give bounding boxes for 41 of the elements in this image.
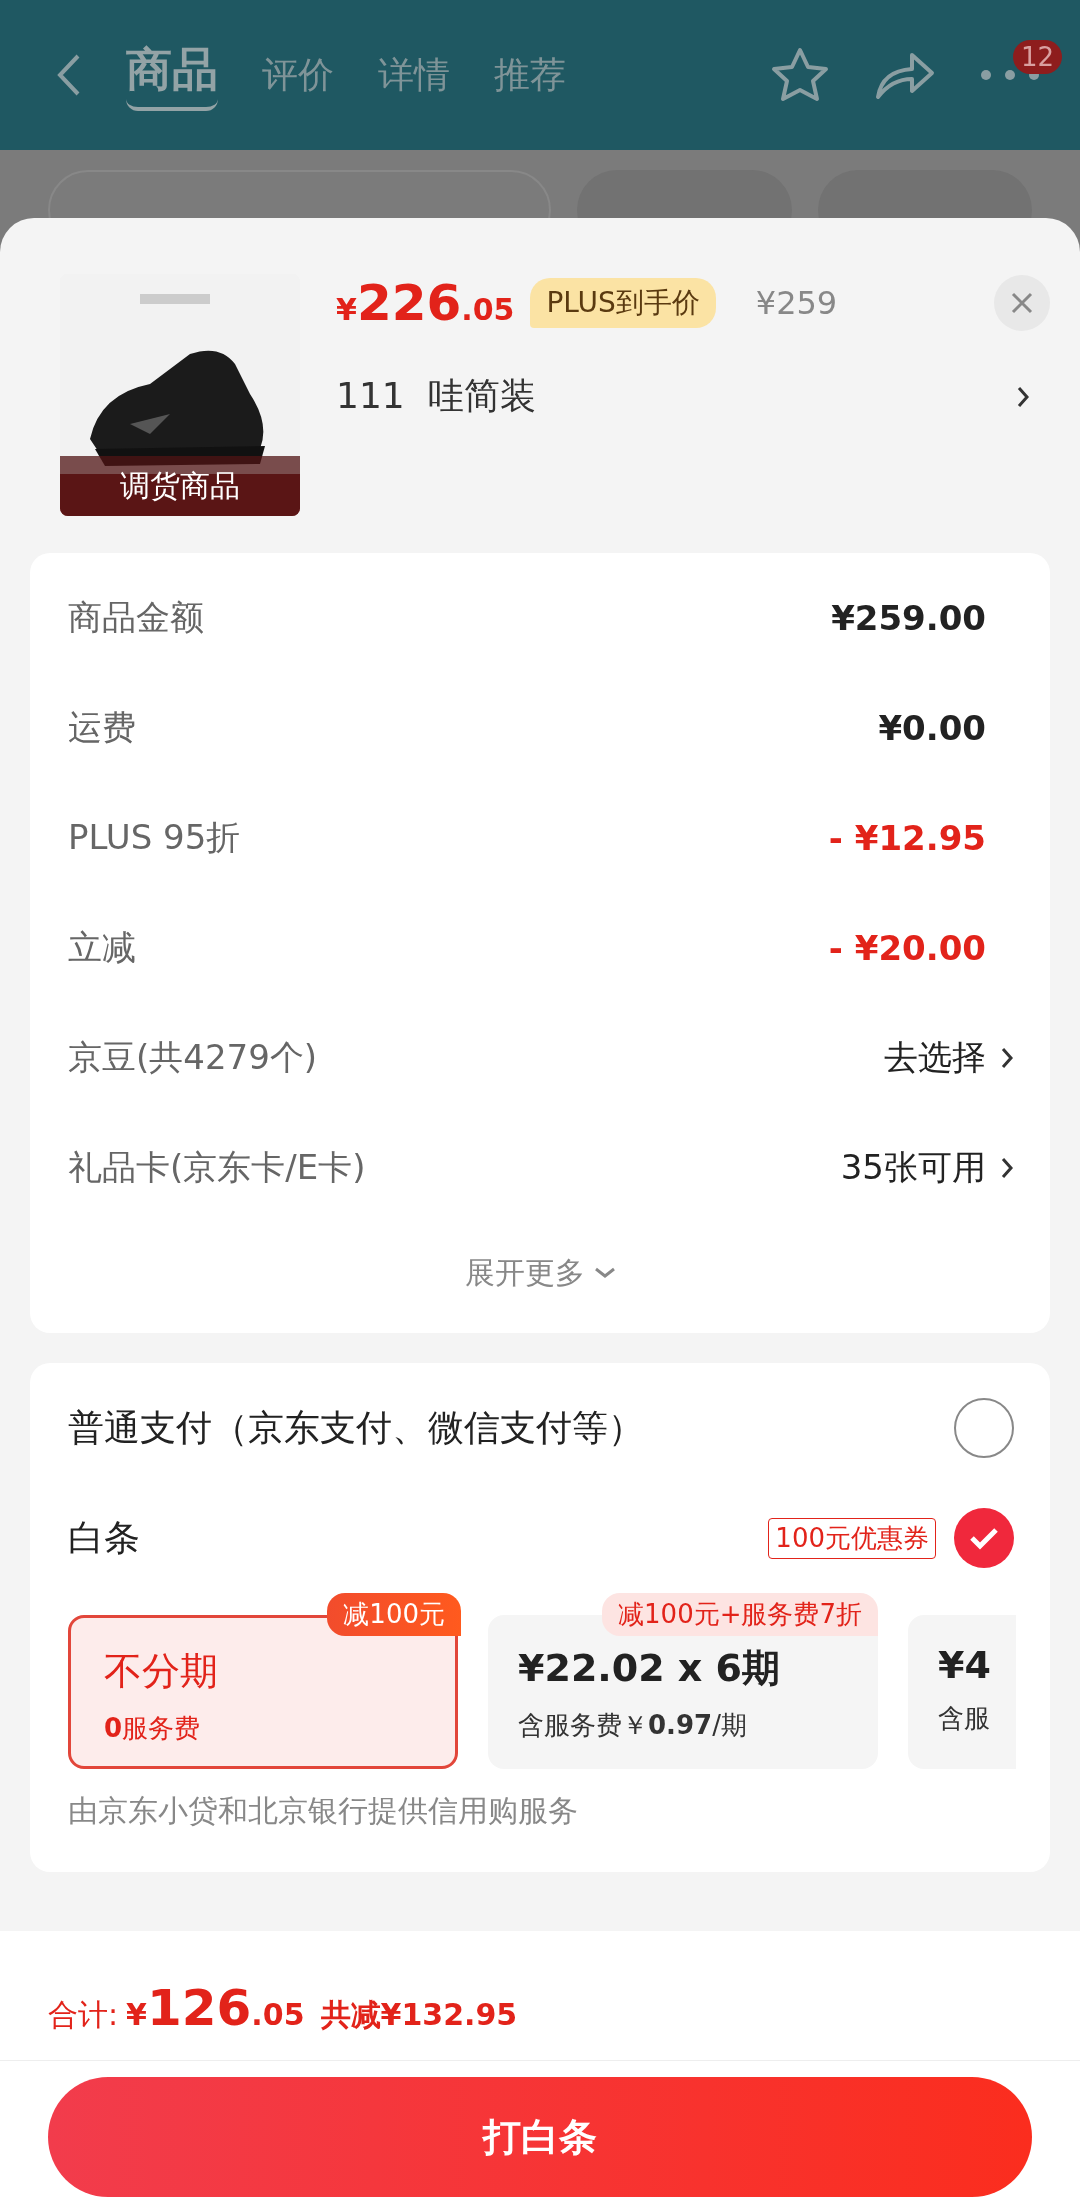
close-icon <box>1010 291 1034 315</box>
cost-label: 立减 <box>68 926 136 969</box>
cost-label: PLUS 95折 <box>68 816 241 859</box>
price-tag: PLUS到手价 <box>530 278 716 328</box>
cost-value: ¥259.00 <box>831 598 986 638</box>
cost-value: - ¥20.00 <box>828 928 986 968</box>
cost-label: 礼品卡(京东卡/E卡) <box>68 1146 366 1189</box>
payment-option[interactable]: 普通支付（京东支付、微信支付等） <box>68 1403 644 1453</box>
total-label: 合计: <box>48 1996 119 2034</box>
select-link[interactable]: 35张可用 <box>840 1145 1014 1191</box>
cost-value: - ¥12.95 <box>828 818 986 858</box>
total-price: ¥126.05 <box>126 1979 305 2037</box>
cost-label: 京豆(共4279个) <box>68 1036 318 1079</box>
pay-button[interactable]: 打白条 <box>48 2077 1032 2197</box>
back-icon[interactable] <box>56 53 82 97</box>
chevron-right-icon <box>1016 384 1030 409</box>
cost-label: 运费 <box>68 706 136 749</box>
cost-label: 商品金额 <box>68 596 204 639</box>
notification-badge: 12 <box>1012 39 1062 74</box>
cost-value: ¥0.00 <box>878 708 986 748</box>
provider-note: 由京东小贷和北京银行提供信用购服务 <box>68 1792 579 1830</box>
more-icon[interactable] <box>980 68 1040 81</box>
variant-selector[interactable]: 111 哇简装 <box>336 372 1050 421</box>
original-price: ¥259 <box>755 284 838 322</box>
installment-option[interactable]: ¥4 含服 <box>908 1615 1016 1769</box>
discount-tag: 减100元+服务费7折 <box>602 1593 878 1636</box>
discount-tag: 减100元 <box>327 1593 461 1636</box>
select-link[interactable]: 去选择 <box>884 1035 1014 1081</box>
total-saving: 共减¥132.95 <box>320 1996 518 2034</box>
check-icon <box>969 1526 999 1550</box>
price: ¥226.05 <box>336 274 515 332</box>
chevron-down-icon <box>593 1266 617 1280</box>
radio-button[interactable] <box>954 1508 1014 1568</box>
coupon-tag: 100元优惠券 <box>768 1517 936 1559</box>
expand-more-button[interactable]: 展开更多 <box>459 1223 623 1323</box>
chevron-right-icon <box>1000 1046 1014 1070</box>
payment-option[interactable]: 白条 <box>68 1513 140 1563</box>
chevron-right-icon <box>1000 1156 1014 1180</box>
star-icon[interactable] <box>770 46 830 104</box>
radio-button[interactable] <box>954 1398 1014 1458</box>
image-label: 调货商品 <box>60 456 300 516</box>
